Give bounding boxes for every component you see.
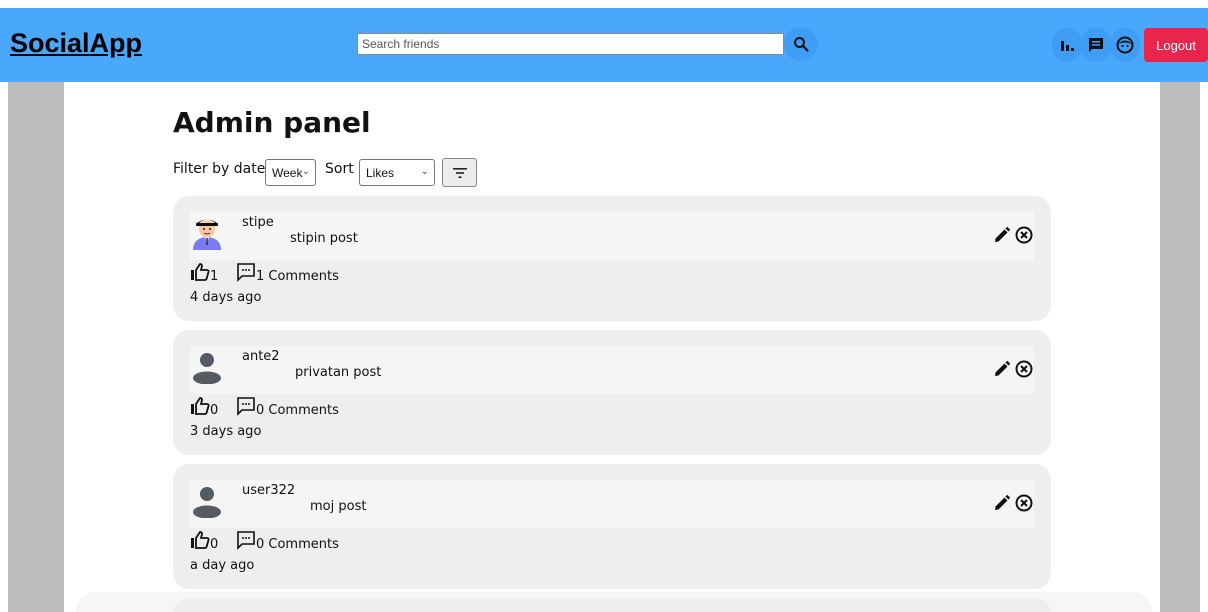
- post-stats: 0 0 Comments: [190, 530, 490, 552]
- thumbs-up-icon[interactable]: [190, 530, 210, 550]
- edit-icon[interactable]: [993, 494, 1011, 512]
- filter-lines-icon: [452, 167, 467, 178]
- post-username[interactable]: stipe: [242, 215, 274, 230]
- post-card: user322 moj post 0 0 Comments a day ago: [173, 464, 1051, 589]
- date-filter-value: Week: [272, 165, 303, 180]
- comment-icon[interactable]: [236, 530, 256, 550]
- sort-select[interactable]: Likes ⌄: [359, 159, 435, 186]
- delete-icon[interactable]: [1014, 359, 1034, 379]
- sort-value: Likes: [366, 165, 395, 180]
- sort-label: Sort: [325, 161, 354, 177]
- post-card: stipe stipin post 1 1 Comments 4 days ag…: [173, 196, 1051, 321]
- search-icon: [794, 37, 809, 52]
- default-avatar-icon: [193, 353, 221, 384]
- chevron-down-icon: ⌄: [420, 166, 429, 177]
- stats-button[interactable]: [1052, 28, 1082, 62]
- apply-sort-button[interactable]: [442, 158, 477, 187]
- like-count: 0: [210, 403, 219, 418]
- logout-button[interactable]: Logout: [1144, 28, 1208, 62]
- date-filter-select[interactable]: Week ⌄: [265, 159, 316, 186]
- post-text: privatan post: [295, 365, 382, 380]
- edit-icon[interactable]: [993, 226, 1011, 244]
- search-button[interactable]: [784, 27, 818, 61]
- comments-count[interactable]: 0 Comments: [256, 537, 339, 552]
- comments-count[interactable]: 0 Comments: [256, 403, 339, 418]
- post-timestamp: 4 days ago: [190, 290, 262, 305]
- post-header: stipe stipin post: [190, 212, 1034, 260]
- post-timestamp: 3 days ago: [190, 424, 262, 439]
- like-count: 1: [210, 269, 219, 284]
- post-stats: 0 0 Comments: [190, 396, 490, 418]
- comment-icon[interactable]: [236, 396, 256, 416]
- comments-count[interactable]: 1 Comments: [256, 269, 339, 284]
- post-username[interactable]: user322: [242, 483, 295, 498]
- post-header: user322 moj post: [190, 480, 1034, 528]
- post-header: ante2 privatan post: [190, 346, 1034, 394]
- delete-icon[interactable]: [1014, 225, 1034, 245]
- filter-by-date-label: Filter by date: [173, 161, 266, 177]
- post-timestamp: a day ago: [190, 558, 255, 573]
- app-logo[interactable]: SocialApp: [10, 28, 142, 59]
- delete-icon[interactable]: [1014, 493, 1034, 513]
- comment-icon[interactable]: [236, 262, 256, 282]
- profile-button[interactable]: [1110, 28, 1140, 62]
- page-title: Admin panel: [173, 106, 371, 139]
- thumbs-up-icon[interactable]: [190, 396, 210, 416]
- like-count: 0: [210, 537, 219, 552]
- left-gutter: [8, 82, 64, 612]
- post-text: stipin post: [290, 231, 358, 246]
- default-avatar-icon: [193, 487, 221, 518]
- bar-chart-icon: [1061, 41, 1074, 51]
- next-post-card: [173, 598, 1051, 612]
- post-text: moj post: [310, 499, 367, 514]
- post-stats: 1 1 Comments: [190, 262, 490, 284]
- thumbs-up-icon[interactable]: [190, 262, 210, 282]
- top-navbar: SocialApp Logout: [0, 8, 1208, 82]
- search-friends-input[interactable]: [357, 33, 784, 55]
- post-username[interactable]: ante2: [242, 349, 280, 364]
- right-gutter: [1160, 82, 1200, 612]
- chat-icon: [1089, 38, 1103, 52]
- edit-icon[interactable]: [993, 360, 1011, 378]
- user-photo-avatar: [193, 219, 221, 250]
- chevron-down-icon: ⌄: [301, 166, 310, 177]
- messages-button[interactable]: [1081, 28, 1111, 62]
- post-card: ante2 privatan post 0 0 Comments 3 days …: [173, 330, 1051, 455]
- profile-face-icon: [1116, 36, 1134, 54]
